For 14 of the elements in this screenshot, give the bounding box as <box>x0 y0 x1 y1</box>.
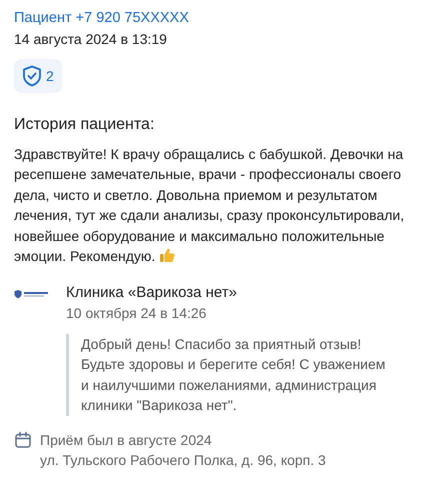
review-date: 14 августа 2024 в 13:19 <box>14 30 168 49</box>
calendar-icon <box>14 430 32 448</box>
visit-date: Приём был в августе 2024 <box>40 430 213 450</box>
shield-check-icon <box>22 65 42 87</box>
reply-text: Добрый день! Спасибо за приятный отзыв! Будьте здоровы и берегите себя! С уважением и наилучшими пожеланиями, администрация клиники "Варикоза нет". <box>66 334 396 416</box>
thumbs-up-icon <box>159 247 176 263</box>
author-link[interactable]: Пациент +7 920 75XXXXX <box>14 8 416 28</box>
clinic-logo-icon <box>14 288 50 298</box>
section-title: История пациента: <box>14 115 156 135</box>
reply-date: 10 октября 24 в 14:26 <box>66 304 208 323</box>
badge-count: 2 <box>46 66 54 86</box>
clinic-name: Клиника «Варикоза нет» <box>66 282 238 302</box>
clinic-address: ул. Тульского Рабочего Полка, д. 96, корп. 3 <box>40 451 326 470</box>
review-text: Здравствуйте! К врачу обращались с бабушкой. Девочки на ресепшене замечательные, врачи - профессионалы своего дела, чисто и светло. Довольна приемом и результатом лечения, тут же сдали анализы, сразу проконсультировали, новейшее оборудование и максимально положительные эмоции. Рекомендую. <box>14 144 406 266</box>
